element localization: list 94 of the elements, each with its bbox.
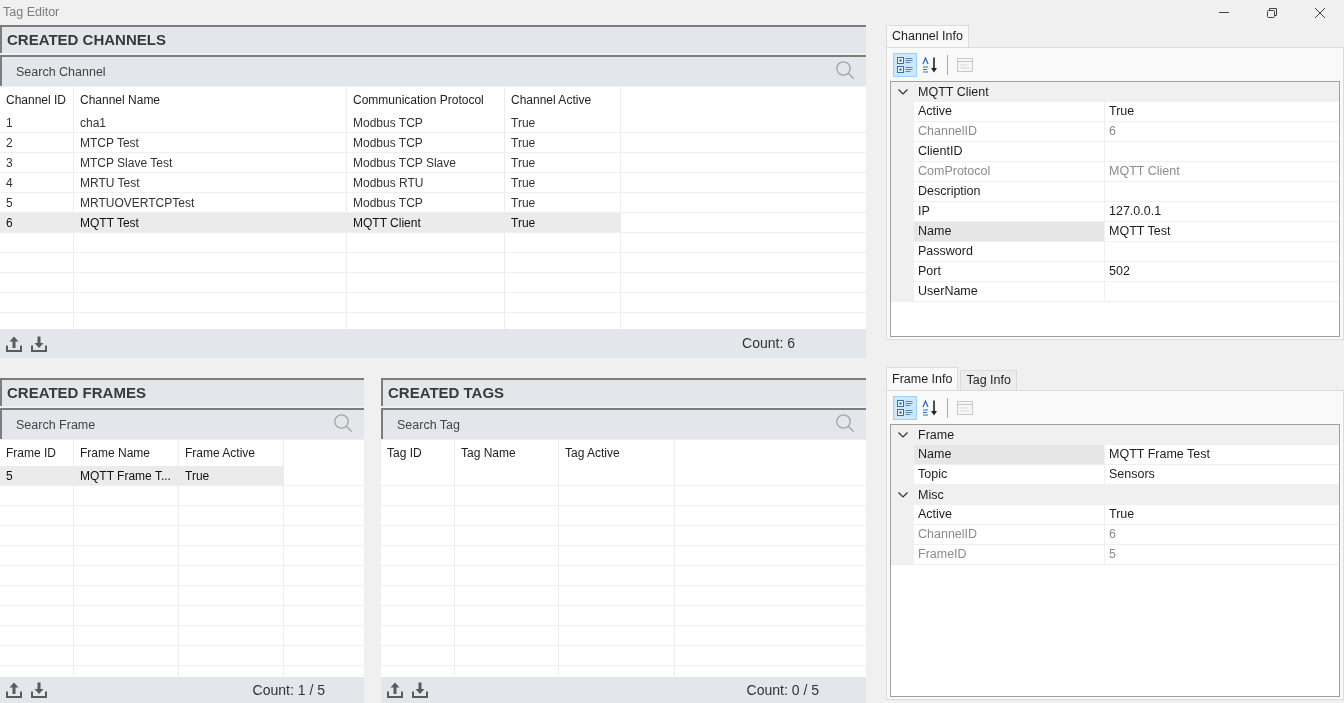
- search-field[interactable]: Search Tag: [381, 408, 866, 439]
- tab[interactable]: Tag Info: [960, 370, 1017, 390]
- property-value[interactable]: 6: [1105, 525, 1339, 545]
- table-row[interactable]: 5 MQTT Frame T... True: [0, 466, 284, 485]
- panel-title: CREATED FRAMES: [0, 378, 364, 406]
- grid-margin: [891, 505, 914, 565]
- table-cell: True: [505, 213, 621, 232]
- property-value[interactable]: 6: [1105, 122, 1339, 142]
- window-icon: [957, 399, 973, 416]
- categorized-icon: [897, 56, 913, 73]
- close-icon[interactable]: [1315, 7, 1325, 18]
- table-row[interactable]: 1 cha1 Modbus TCP True: [0, 113, 621, 132]
- restore-icon[interactable]: [1267, 7, 1277, 18]
- property-name[interactable]: ClientID: [914, 142, 1105, 162]
- property-name[interactable]: Active: [914, 505, 1105, 525]
- search-field[interactable]: Search Channel: [0, 55, 866, 86]
- upload-icon[interactable]: [387, 682, 403, 698]
- table-cell: 3: [0, 153, 74, 172]
- table-cell: Modbus TCP: [347, 133, 505, 152]
- table-row[interactable]: 2 MTCP Test Modbus TCP True: [0, 133, 621, 152]
- category-label: Misc: [917, 486, 944, 504]
- property-value[interactable]: True: [1105, 102, 1339, 122]
- chevron-icon[interactable]: [897, 492, 908, 498]
- count-label: Count: 6: [742, 334, 795, 353]
- count-label: Count: 0 / 5: [746, 680, 819, 700]
- table-cell: 6: [0, 213, 74, 232]
- sort-icon: [922, 399, 938, 416]
- property-value[interactable]: MQTT Frame Test: [1105, 445, 1339, 465]
- property-name[interactable]: Topic: [914, 465, 1105, 485]
- table-cell: MTCP Test: [74, 133, 347, 152]
- property-value[interactable]: MQTT Test: [1105, 222, 1339, 242]
- table-cell: 2: [0, 133, 74, 152]
- category-row[interactable]: Frame: [891, 425, 1339, 445]
- download-icon[interactable]: [31, 335, 47, 352]
- table-cell: True: [179, 466, 284, 485]
- categorized-view-button[interactable]: [893, 52, 917, 77]
- categorized-view-button[interactable]: [893, 395, 917, 420]
- count-label: Count: 1 / 5: [252, 680, 325, 700]
- chevron-icon[interactable]: [897, 89, 908, 95]
- table-cell: MRTUOVERTCPTest: [74, 193, 347, 212]
- categorized-icon: [897, 399, 913, 416]
- table-cell: MQTT Client: [347, 213, 505, 232]
- sort-icon: [922, 56, 938, 73]
- table-cell: 4: [0, 173, 74, 192]
- chevron-icon[interactable]: [897, 432, 908, 438]
- table-cell: Modbus TCP: [347, 113, 505, 132]
- property-value[interactable]: 127.0.0.1: [1105, 202, 1339, 222]
- table-cell: True: [505, 153, 621, 172]
- category-row[interactable]: MQTT Client: [891, 82, 1339, 102]
- window-icon: [957, 56, 973, 73]
- property-name[interactable]: Description: [914, 182, 1105, 202]
- property-value[interactable]: True: [1105, 505, 1339, 525]
- table-cell: True: [505, 113, 621, 132]
- table-row[interactable]: 5 MRTUOVERTCPTest Modbus TCP True: [0, 193, 621, 212]
- property-name[interactable]: ComProtocol: [914, 162, 1105, 182]
- property-value[interactable]: 502: [1105, 262, 1339, 282]
- property-value[interactable]: MQTT Client: [1105, 162, 1339, 182]
- table-cell: 5: [0, 193, 74, 212]
- property-name[interactable]: Password: [914, 242, 1105, 262]
- table-cell: True: [505, 173, 621, 192]
- property-name[interactable]: IP: [914, 202, 1105, 222]
- property-name[interactable]: Port: [914, 262, 1105, 282]
- property-name[interactable]: Name: [914, 445, 1105, 465]
- upload-icon[interactable]: [6, 682, 22, 698]
- property-name[interactable]: Active: [914, 102, 1105, 122]
- category-label: MQTT Client: [917, 83, 989, 101]
- property-name[interactable]: Name: [914, 222, 1105, 242]
- table-row[interactable]: 3 MTCP Slave Test Modbus TCP Slave True: [0, 153, 621, 172]
- panel-title: CREATED TAGS: [381, 378, 866, 406]
- download-icon[interactable]: [31, 682, 47, 698]
- table-cell: True: [505, 193, 621, 212]
- panel-title: CREATED CHANNELS: [0, 25, 866, 53]
- property-name[interactable]: UserName: [914, 282, 1105, 302]
- table-cell: MQTT Test: [74, 213, 347, 232]
- table-cell: Modbus TCP Slave: [347, 153, 505, 172]
- table-row[interactable]: 4 MRTU Test Modbus RTU True: [0, 173, 621, 192]
- table-cell: MRTU Test: [74, 173, 347, 192]
- search-field[interactable]: Search Frame: [0, 408, 364, 439]
- table-cell: Modbus RTU: [347, 173, 505, 192]
- window-title: Tag Editor: [2, 4, 60, 22]
- tab[interactable]: Channel Info: [886, 25, 969, 47]
- table-cell: 5: [0, 466, 74, 485]
- category-label: Frame: [917, 426, 955, 444]
- table-row[interactable]: 6 MQTT Test MQTT Client True: [0, 213, 621, 232]
- table-cell: 1: [0, 113, 74, 132]
- table-cell: cha1: [74, 113, 347, 132]
- upload-icon[interactable]: [6, 335, 22, 352]
- download-icon[interactable]: [412, 682, 428, 698]
- tab[interactable]: Frame Info: [886, 367, 959, 390]
- table-cell: MTCP Slave Test: [74, 153, 347, 172]
- category-row[interactable]: Misc: [891, 485, 1339, 505]
- table-cell: MQTT Frame T...: [74, 466, 179, 485]
- table-cell: True: [505, 133, 621, 152]
- table-cell: Modbus TCP: [347, 193, 505, 212]
